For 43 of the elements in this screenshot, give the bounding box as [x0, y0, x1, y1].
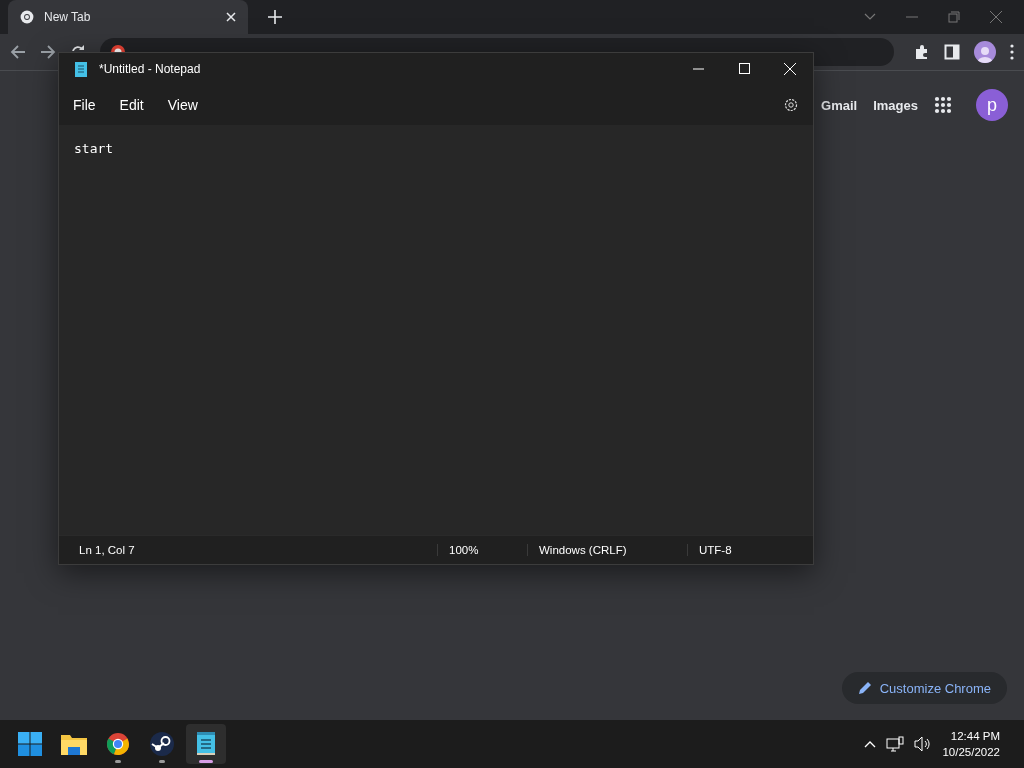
chevron-down-icon[interactable] — [864, 13, 876, 21]
taskbar-button[interactable] — [186, 724, 226, 764]
status-text: Ln 1, Col 7 — [78, 544, 136, 556]
close-icon — [784, 62, 796, 75]
side-panel-icon[interactable] — [944, 44, 960, 60]
steam-icon[interactable] — [150, 732, 174, 756]
speaker-icon[interactable] — [914, 736, 933, 752]
maximize-icon — [738, 63, 750, 74]
person-icon — [977, 45, 993, 63]
notepad-icon — [75, 60, 87, 77]
chrome-icon[interactable] — [106, 732, 130, 756]
editor-text[interactable]: start — [74, 141, 114, 156]
chevron-up-icon[interactable] — [864, 740, 877, 748]
window-title: *Untitled - Notepad — [99, 61, 202, 76]
pencil-icon — [857, 681, 872, 695]
header-link[interactable]: Images — [873, 97, 918, 113]
restore-icon[interactable] — [948, 11, 960, 23]
status-text: UTF-8 — [687, 544, 807, 556]
customize-chrome-button[interactable]: Customize Chrome — [841, 672, 1007, 704]
notepad-icon[interactable] — [196, 732, 216, 756]
header-link[interactable]: Gmail — [821, 97, 858, 113]
clock-time[interactable]: 12:44 PM — [950, 728, 1000, 744]
chrome-icon — [20, 10, 34, 24]
profile-avatar[interactable] — [974, 41, 996, 63]
menu-item[interactable]: Edit — [109, 90, 154, 119]
menu-item[interactable]: File — [63, 90, 106, 119]
status-text: Windows (CRLF) — [527, 544, 687, 556]
clock-date[interactable]: 10/25/2022 — [942, 744, 1000, 760]
minimize-icon — [692, 67, 704, 70]
forward-icon[interactable] — [40, 44, 56, 60]
account-avatar[interactable]: p — [976, 89, 1008, 121]
settings-icon[interactable] — [783, 96, 799, 113]
browser-tab[interactable]: New Tab — [8, 0, 248, 34]
more-menu-icon[interactable] — [1010, 44, 1014, 60]
back-icon[interactable] — [10, 44, 26, 60]
network-icon[interactable] — [886, 736, 905, 752]
windows-logo-icon[interactable] — [18, 732, 42, 756]
status-text: 100% — [437, 544, 527, 556]
folder-icon[interactable] — [61, 733, 87, 755]
reload-icon[interactable] — [70, 44, 86, 51]
apps-grid-icon[interactable] — [934, 96, 952, 114]
menu-item[interactable]: View — [157, 90, 208, 119]
puzzle-icon[interactable] — [914, 44, 930, 60]
